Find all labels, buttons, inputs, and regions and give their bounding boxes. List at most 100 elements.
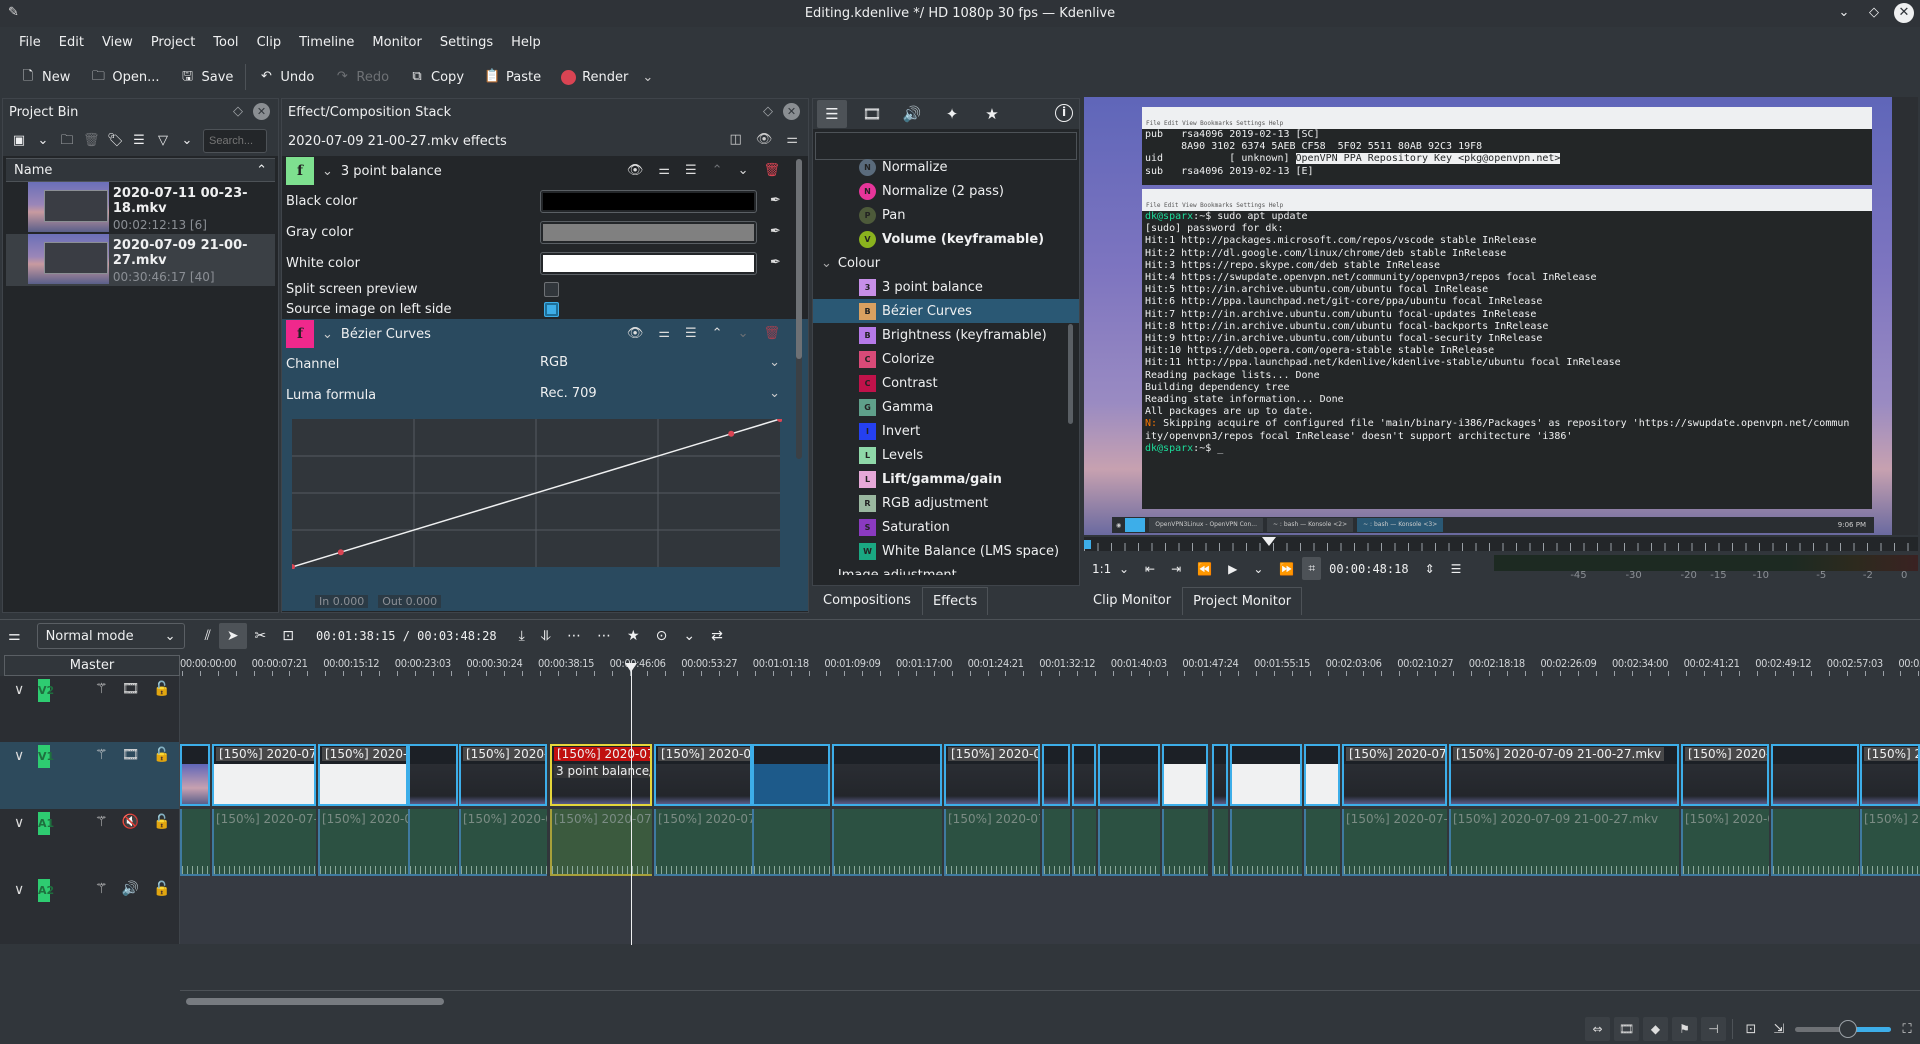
spin-icon[interactable]: ⇕ — [1417, 562, 1443, 576]
timeline-zoom-slider[interactable] — [1795, 1017, 1891, 1041]
collapse-chevron-icon[interactable]: ∨ — [14, 682, 24, 698]
collapse-chevron-icon[interactable]: ⌄ — [322, 327, 333, 342]
split-screen-checkbox[interactable] — [544, 282, 559, 297]
collapse-chevron-icon[interactable]: ⌄ — [322, 164, 333, 179]
bin-clip[interactable]: 2020-07-09 21-00-27.mkv 00:30:46:17 [40] — [6, 234, 275, 286]
minimize-icon[interactable]: ⌄ — [1834, 3, 1854, 23]
audio-clip[interactable] — [1162, 809, 1208, 876]
timeline-playhead[interactable] — [625, 663, 637, 945]
move-down-icon[interactable]: ⌄ — [738, 163, 749, 178]
effect-item[interactable]: W White Balance (LMS space) — [813, 539, 1079, 563]
tab-clip-monitor[interactable]: Clip Monitor — [1082, 586, 1182, 615]
menu-project[interactable]: Project — [142, 35, 204, 50]
out-field[interactable]: Out 0.000 — [378, 595, 442, 608]
favorites-star-icon[interactable]: ★ — [977, 100, 1007, 128]
video-clip[interactable] — [1304, 744, 1340, 806]
track-label[interactable]: A1 — [38, 812, 54, 835]
effect-item[interactable]: B Bézier Curves — [813, 299, 1079, 323]
effect-header-3-point-balance[interactable]: f ⌄ 3 point balance 👁 ⚌ ☰ ⌃ ⌄ 🗑 — [282, 156, 808, 186]
effect-item[interactable]: L Lift/gamma/gain — [813, 467, 1079, 491]
color-swatch[interactable] — [540, 221, 757, 244]
crop-icon[interactable]: ⌗ — [1302, 557, 1322, 580]
channel-select[interactable]: RGB ⌄ — [540, 355, 780, 370]
stack-scrollbar[interactable] — [796, 159, 802, 459]
video-clip[interactable] — [1072, 744, 1096, 806]
video-icon[interactable]: 🎞 — [122, 681, 140, 697]
menu-edit[interactable]: Edit — [50, 35, 93, 50]
audio-clip[interactable]: [150%] 2020-07-09 — [212, 809, 316, 876]
effect-item[interactable]: C Contrast — [813, 371, 1079, 395]
record-icon[interactable]: ⊙ — [648, 628, 676, 644]
timeline-ruler[interactable]: 00:00:00:00 00:00:07:21 00:00:15:12 00:00:2… — [180, 652, 1920, 676]
delete-effect-icon[interactable]: 🗑 — [763, 326, 780, 341]
fit-track-icon[interactable]: ⇔ — [1585, 1017, 1610, 1041]
effect-item[interactable]: I Invert — [813, 419, 1079, 443]
zoom-fit-icon[interactable]: ⊡ — [1739, 1022, 1763, 1037]
lift-icon[interactable]: ⋯ — [559, 628, 589, 644]
eye-icon[interactable]: 👁 — [627, 326, 644, 341]
color-swatch[interactable] — [540, 190, 757, 213]
ripple-icon[interactable]: ⊡ — [274, 628, 302, 644]
snap-icon[interactable]: ⊣ — [1701, 1017, 1726, 1041]
add-clip-icon[interactable]: ▣ — [11, 133, 27, 149]
settings-icon[interactable]: ⚌ — [786, 132, 798, 147]
insert-icon[interactable]: ⤓ — [511, 628, 533, 644]
delete-effect-icon[interactable]: 🗑 — [763, 163, 780, 178]
render-button[interactable]: Render ⌄ — [551, 62, 663, 92]
audio-clip[interactable]: [150%] 2020-07-09 — [944, 809, 1040, 876]
color-picker-icon[interactable]: ✒ — [770, 193, 781, 208]
sliders-icon[interactable]: ⚌ — [658, 163, 670, 178]
audio-clip[interactable]: [150%] 2020-07-09 — [1860, 809, 1920, 876]
video-clip[interactable] — [752, 744, 830, 806]
audio-clip[interactable] — [1212, 809, 1228, 876]
menu-file[interactable]: File — [10, 35, 50, 50]
zoom-out-icon[interactable]: ⇲ — [1767, 1022, 1791, 1037]
timeline-horizontal-scrollbar[interactable] — [186, 998, 444, 1005]
menu-timeline[interactable]: Timeline — [290, 35, 363, 50]
edit-mode-select[interactable]: Normal mode ⌄ — [36, 623, 185, 649]
tab-effects[interactable]: Effects — [921, 587, 989, 615]
monitor-video-frame[interactable]: File Edit View Bookmarks Settings Help p… — [1084, 97, 1892, 535]
effect-category[interactable]: ⌄ Image adjustment — [813, 563, 1079, 576]
color-swatch[interactable] — [540, 252, 757, 275]
effect-item[interactable]: 3 3 point balance — [813, 275, 1079, 299]
color-picker-icon[interactable]: ✒ — [770, 224, 781, 239]
select-tool-icon[interactable]: ➤ — [218, 623, 247, 649]
play-icon[interactable]: ▶ — [1220, 562, 1245, 576]
video-clip[interactable] — [1212, 744, 1228, 806]
effect-item[interactable]: N Normalize — [813, 155, 1079, 179]
lock-icon[interactable]: 🔓 — [153, 881, 170, 897]
move-up-icon[interactable]: ⌃ — [712, 326, 723, 341]
save-button[interactable]: 🖫 Save — [169, 62, 243, 92]
menu-icon[interactable]: ☰ — [131, 133, 147, 149]
razor-tool-icon[interactable]: ✂ — [247, 628, 275, 644]
video-clip[interactable] — [832, 744, 942, 806]
audio-clip[interactable]: [150%] 2020-07-09 — [318, 809, 408, 876]
filter-icon[interactable]: ▽ — [155, 133, 171, 149]
menu-tool[interactable]: Tool — [204, 35, 247, 50]
fullscreen-icon[interactable]: ⛶ — [1895, 1022, 1919, 1037]
chevron-down-icon[interactable]: ⌄ — [675, 628, 703, 644]
expand-chevron-icon[interactable]: ⌄ — [821, 568, 832, 576]
eye-icon[interactable]: 👁 — [756, 132, 773, 147]
open-button[interactable]: 🗀 Open... — [80, 62, 169, 92]
bezier-curve-editor[interactable] — [292, 419, 782, 569]
audio-clip[interactable] — [752, 809, 830, 876]
track-label[interactable]: V2 — [38, 679, 54, 702]
menu-monitor[interactable]: Monitor — [363, 35, 430, 50]
video-clip[interactable]: [150%] 2020-07-09 — [459, 744, 547, 806]
effects-scrollbar[interactable] — [1068, 324, 1073, 424]
video-clip[interactable] — [408, 744, 458, 806]
effect-item[interactable]: B Brightness (keyframable) — [813, 323, 1079, 347]
effect-item[interactable]: S Saturation — [813, 515, 1079, 539]
track-label[interactable]: A2 — [38, 879, 54, 902]
menu-view[interactable]: View — [93, 35, 142, 50]
rewind-icon[interactable]: ⏪ — [1189, 562, 1220, 576]
audio-muted-icon[interactable]: 🔇 — [122, 814, 139, 830]
audio-clip[interactable]: [150%] 2020-07-09 21-00-27.mkv — [654, 809, 752, 876]
curve-control-point[interactable] — [728, 430, 735, 437]
audio-clip[interactable] — [1771, 809, 1859, 876]
effect-item[interactable]: P Pan — [813, 203, 1079, 227]
lock-icon[interactable]: 🔓 — [153, 814, 170, 830]
menu-settings[interactable]: Settings — [431, 35, 502, 50]
